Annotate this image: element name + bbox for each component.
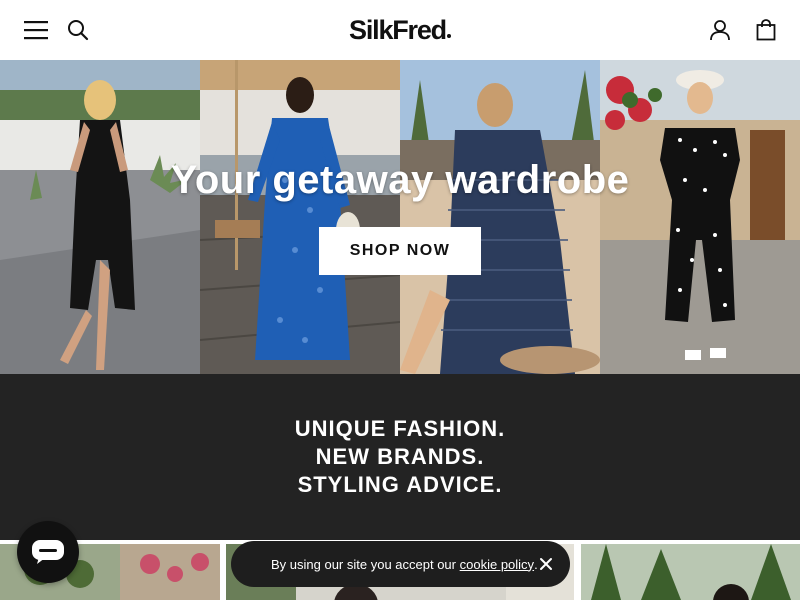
logo-text: SilkFred xyxy=(349,14,447,45)
chat-button[interactable] xyxy=(17,521,79,583)
cookie-consent-banner: By using our site you accept our cookie … xyxy=(231,541,570,587)
value-proposition-band: UNIQUE FASHION. NEW BRANDS. STYLING ADVI… xyxy=(0,374,800,540)
search-icon[interactable] xyxy=(66,18,90,42)
chat-bubble-icon xyxy=(32,540,64,564)
user-account-icon[interactable] xyxy=(708,18,732,42)
shopping-bag-icon[interactable] xyxy=(754,18,778,42)
band-line-1: UNIQUE FASHION. xyxy=(294,416,506,441)
site-logo[interactable]: SilkFred xyxy=(349,15,451,46)
hero-overlay: Your getaway wardrobe SHOP NOW xyxy=(0,60,800,374)
hero-title: Your getaway wardrobe xyxy=(170,158,630,202)
band-line-3: STYLING ADVICE. xyxy=(297,472,503,497)
cookie-text: By using our site you accept our xyxy=(271,556,456,572)
close-icon[interactable] xyxy=(538,556,554,572)
band-line-2: NEW BRANDS. xyxy=(315,444,485,469)
header-left-actions xyxy=(24,18,90,42)
shop-now-button[interactable]: SHOP NOW xyxy=(319,227,481,275)
category-tile-3[interactable] xyxy=(581,544,800,600)
logo-dot xyxy=(446,33,451,38)
hamburger-menu-icon[interactable] xyxy=(24,18,48,42)
site-header: SilkFred xyxy=(0,0,800,60)
cookie-policy-link[interactable]: cookie policy xyxy=(460,557,534,572)
header-right-actions xyxy=(708,18,778,42)
